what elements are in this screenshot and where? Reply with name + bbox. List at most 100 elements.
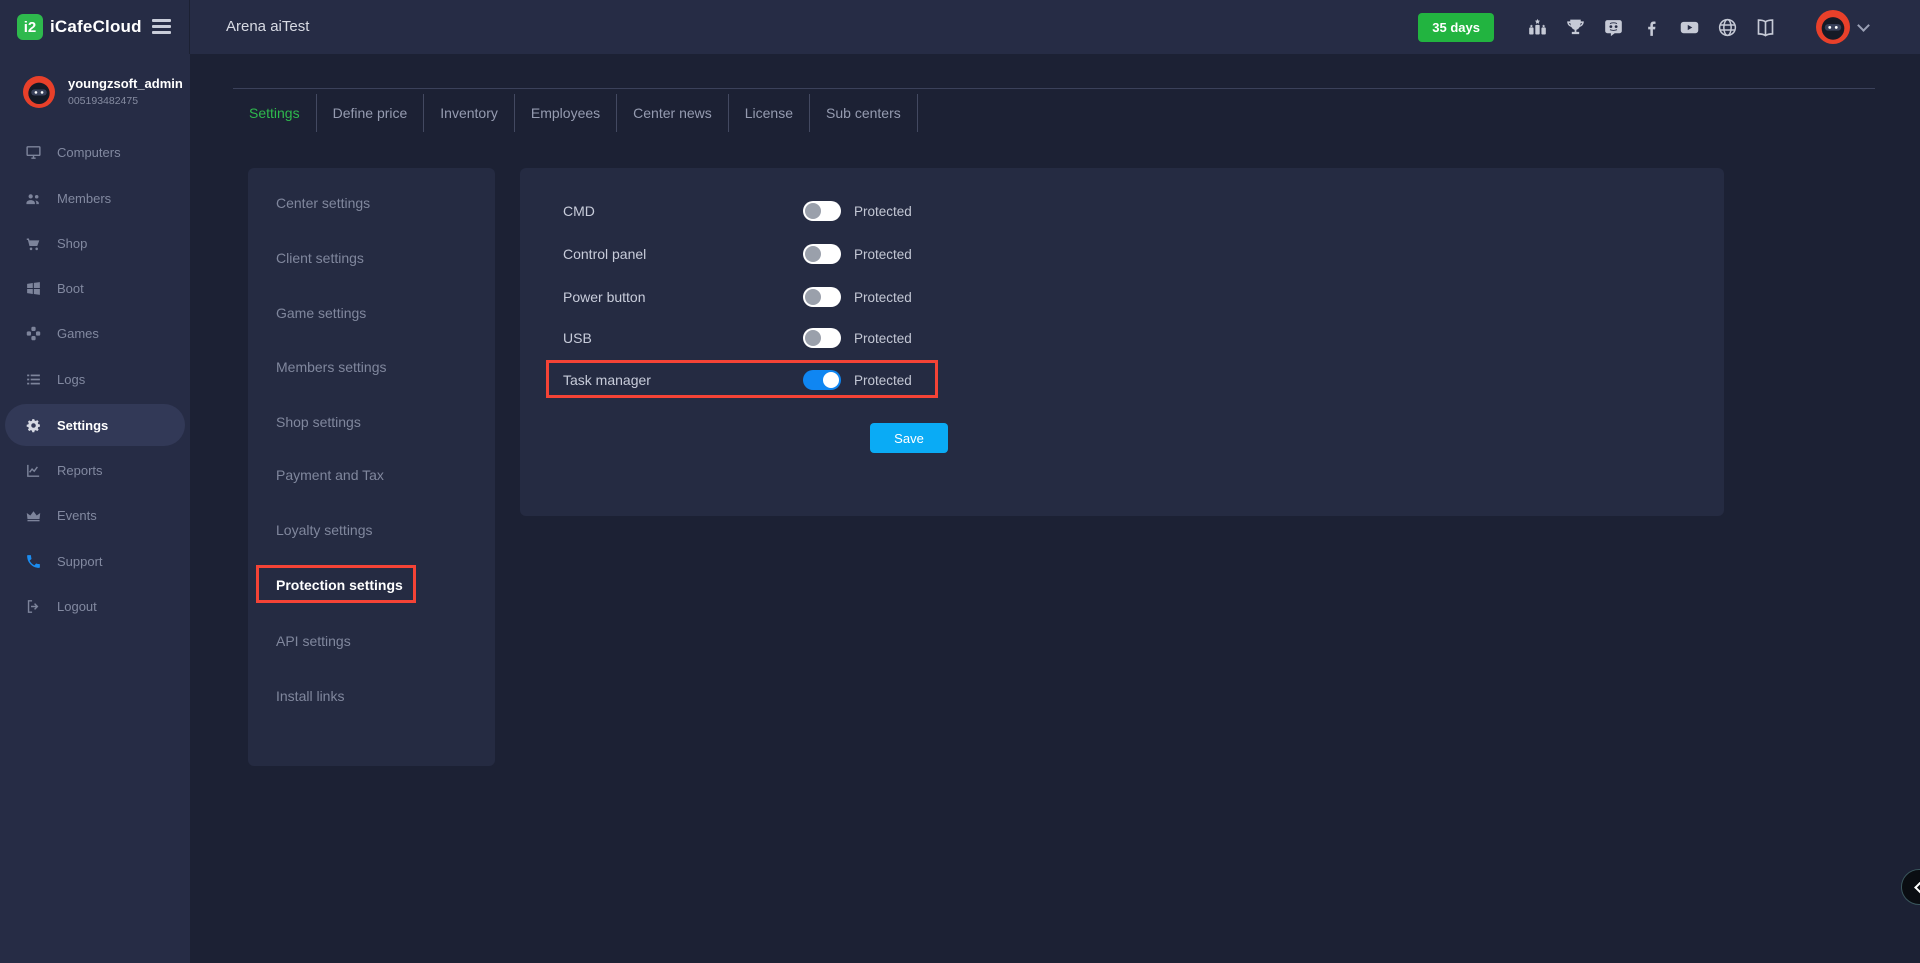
menu-item-loyalty-settings[interactable]: Loyalty settings bbox=[248, 516, 495, 544]
tab-bar: Settings Define price Inventory Employee… bbox=[233, 94, 918, 132]
tabs-divider-line bbox=[233, 88, 1875, 89]
sidebar-item-computers[interactable]: Computers bbox=[0, 137, 190, 167]
tab-license[interactable]: License bbox=[729, 94, 810, 132]
toggle-state-label: Protected bbox=[854, 290, 912, 305]
globe-icon[interactable] bbox=[1715, 15, 1739, 39]
protected-toggle[interactable] bbox=[803, 287, 841, 307]
protection-row-control-panel: Control panel Protected bbox=[563, 240, 912, 268]
sidebar-item-settings[interactable]: Settings bbox=[5, 404, 185, 446]
sidebar-item-events[interactable]: Events bbox=[0, 500, 190, 530]
menu-item-api-settings[interactable]: API settings bbox=[248, 627, 495, 655]
sidebar-item-games[interactable]: Games bbox=[0, 318, 190, 348]
gamepad-icon bbox=[24, 324, 42, 342]
sidebar-item-label: Logout bbox=[57, 599, 97, 614]
monitor-icon bbox=[24, 143, 42, 161]
menu-item-protection-settings[interactable]: Protection settings bbox=[248, 571, 495, 599]
cart-icon bbox=[24, 234, 42, 252]
row-label: Control panel bbox=[563, 246, 803, 262]
sidebar-item-label: Logs bbox=[57, 372, 85, 387]
toggle-state-label: Protected bbox=[854, 373, 912, 388]
sidebar-item-label: Members bbox=[57, 191, 111, 206]
sidebar-item-label: Reports bbox=[57, 463, 103, 478]
sidebar-item-logs[interactable]: Logs bbox=[0, 364, 190, 394]
trophy-icon[interactable] bbox=[1563, 15, 1587, 39]
toggle-knob bbox=[805, 289, 821, 305]
tab-inventory[interactable]: Inventory bbox=[424, 94, 515, 132]
user-avatar[interactable] bbox=[1816, 10, 1850, 44]
toggle-knob bbox=[823, 372, 839, 388]
avatar-chevron-down-icon[interactable] bbox=[1857, 19, 1870, 32]
toggle-state-label: Protected bbox=[854, 247, 912, 262]
collapse-widget-button[interactable] bbox=[1901, 869, 1920, 905]
row-label: CMD bbox=[563, 203, 803, 219]
discord-icon[interactable] bbox=[1601, 15, 1625, 39]
phone-icon bbox=[24, 552, 42, 570]
row-label: USB bbox=[563, 330, 803, 346]
menu-item-client-settings[interactable]: Client settings bbox=[248, 244, 495, 272]
protected-toggle[interactable] bbox=[803, 370, 841, 390]
row-label: Power button bbox=[563, 289, 803, 305]
sidebar-item-label: Boot bbox=[57, 281, 84, 296]
sidebar-item-boot[interactable]: Boot bbox=[0, 273, 190, 303]
sidebar-item-support[interactable]: Support bbox=[0, 546, 190, 576]
logout-icon bbox=[24, 597, 42, 615]
menu-item-payment-and-tax[interactable]: Payment and Tax bbox=[248, 461, 495, 489]
chevron-left-icon bbox=[1914, 881, 1920, 894]
sidebar-item-label: Support bbox=[57, 554, 103, 569]
hamburger-menu-icon[interactable] bbox=[152, 19, 171, 37]
sidebar-item-shop[interactable]: Shop bbox=[0, 228, 190, 258]
protection-row-cmd: CMD Protected bbox=[563, 197, 912, 225]
protected-toggle[interactable] bbox=[803, 244, 841, 264]
toggle-knob bbox=[805, 330, 821, 346]
toggle-knob bbox=[805, 203, 821, 219]
protected-toggle[interactable] bbox=[803, 201, 841, 221]
tab-define-price[interactable]: Define price bbox=[317, 94, 425, 132]
facebook-icon[interactable] bbox=[1639, 15, 1663, 39]
license-days-badge[interactable]: 35 days bbox=[1418, 13, 1494, 42]
topbar-actions: 35 days bbox=[1418, 0, 1868, 54]
topbar: i2 iCafeCloud Arena aiTest 35 days bbox=[0, 0, 1920, 54]
save-button[interactable]: Save bbox=[870, 423, 948, 453]
gear-icon bbox=[24, 416, 42, 434]
sidebar-item-label: Games bbox=[57, 326, 99, 341]
sidebar-item-logout[interactable]: Logout bbox=[0, 591, 190, 621]
page-title: Arena aiTest bbox=[226, 0, 309, 54]
toggle-state-label: Protected bbox=[854, 204, 912, 219]
tab-settings[interactable]: Settings bbox=[233, 94, 317, 132]
tab-sub-centers[interactable]: Sub centers bbox=[810, 94, 918, 132]
tab-center-news[interactable]: Center news bbox=[617, 94, 729, 132]
logo-icon: i2 bbox=[17, 14, 43, 40]
protection-row-usb: USB Protected bbox=[563, 324, 912, 352]
protection-settings-panel: CMD Protected Control panel Protected Po… bbox=[520, 168, 1724, 516]
sidebar: youngzsoft_admin 005193482475 Computers … bbox=[0, 54, 190, 963]
ranking-icon[interactable] bbox=[1525, 15, 1549, 39]
username: youngzsoft_admin bbox=[68, 76, 183, 91]
youtube-icon[interactable] bbox=[1677, 15, 1701, 39]
tab-employees[interactable]: Employees bbox=[515, 94, 617, 132]
people-icon bbox=[24, 189, 42, 207]
row-label: Task manager bbox=[563, 372, 803, 388]
icafecloud-app: i2 iCafeCloud Arena aiTest 35 days bbox=[0, 0, 1920, 963]
menu-item-members-settings[interactable]: Members settings bbox=[248, 353, 495, 381]
sidebar-item-label: Shop bbox=[57, 236, 87, 251]
chart-icon bbox=[24, 461, 42, 479]
toggle-knob bbox=[805, 246, 821, 262]
protected-toggle[interactable] bbox=[803, 328, 841, 348]
sidebar-item-label: Computers bbox=[57, 145, 121, 160]
protection-row-power-button: Power button Protected bbox=[563, 283, 912, 311]
menu-item-game-settings[interactable]: Game settings bbox=[248, 299, 495, 327]
menu-item-shop-settings[interactable]: Shop settings bbox=[248, 408, 495, 436]
settings-menu-card: Center settings Client settings Game set… bbox=[248, 168, 495, 766]
toggle-state-label: Protected bbox=[854, 331, 912, 346]
sidebar-item-reports[interactable]: Reports bbox=[0, 455, 190, 485]
menu-item-install-links[interactable]: Install links bbox=[248, 682, 495, 710]
windows-icon bbox=[24, 279, 42, 297]
menu-item-center-settings[interactable]: Center settings bbox=[248, 189, 495, 217]
sidebar-item-label: Settings bbox=[57, 418, 108, 433]
sidebar-item-label: Events bbox=[57, 508, 97, 523]
sidebar-item-members[interactable]: Members bbox=[0, 183, 190, 213]
user-id: 005193482475 bbox=[68, 95, 138, 107]
sidebar-user-avatar[interactable] bbox=[23, 76, 55, 108]
guide-book-icon[interactable] bbox=[1753, 15, 1777, 39]
logo-text: iCafeCloud bbox=[50, 17, 142, 37]
